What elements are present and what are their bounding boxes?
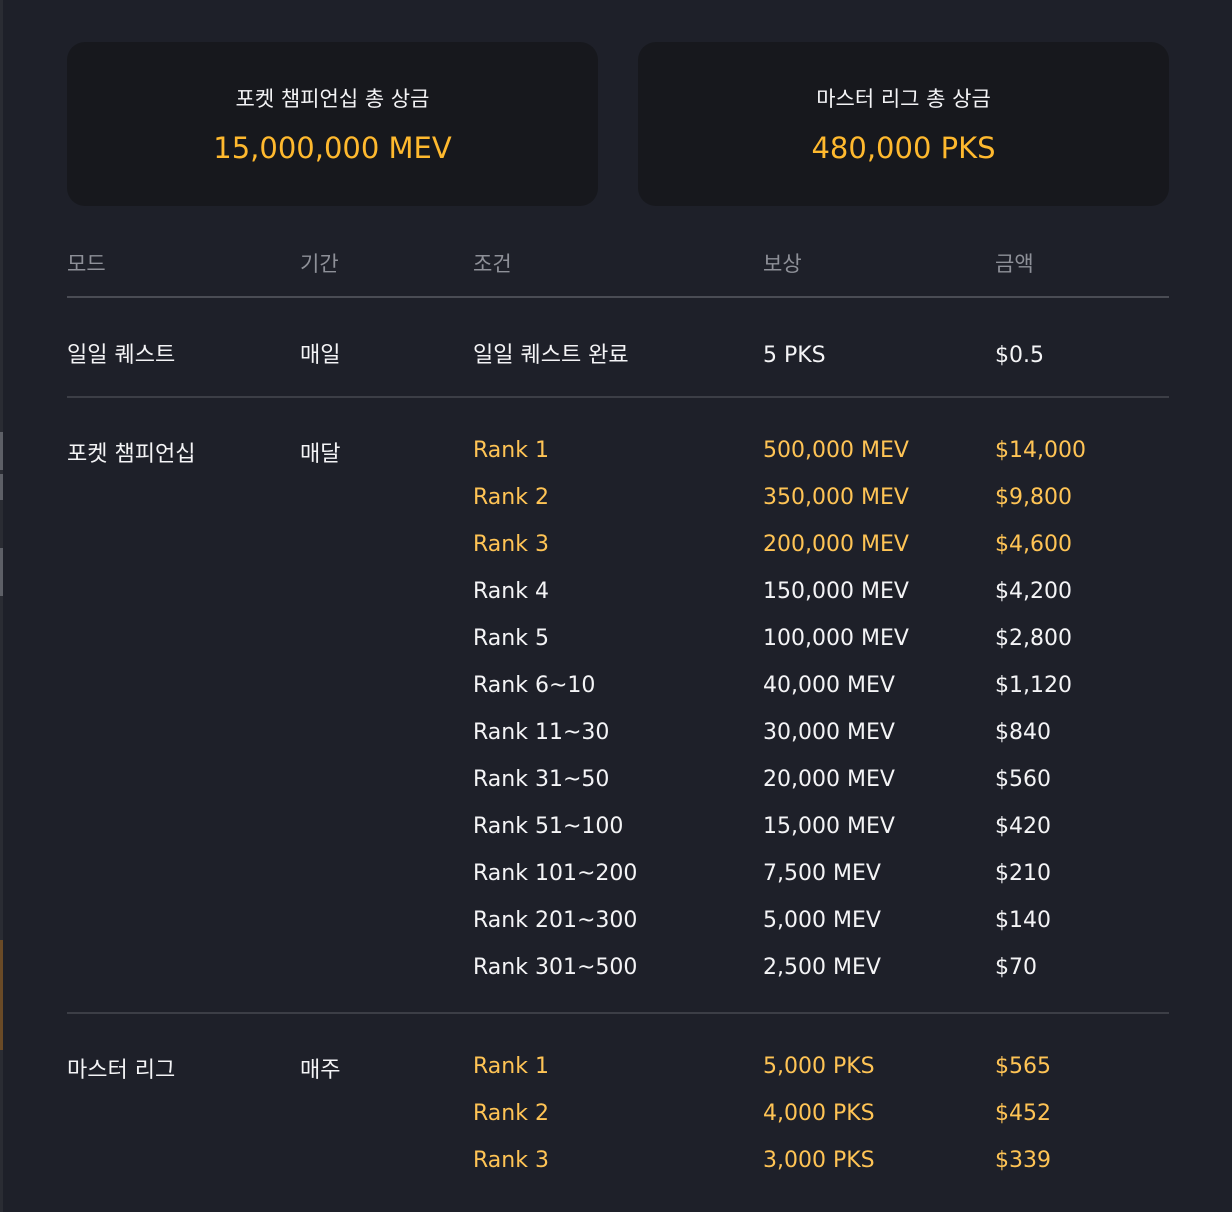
condition-cell: Rank 3 (473, 1148, 549, 1173)
table-row: Rank 301~500 2,500 MEV $70 (67, 945, 1169, 992)
header-condition: 조건 (473, 252, 512, 276)
window-left-edge (0, 0, 3, 1212)
header-reward: 보상 (763, 252, 802, 276)
table-group: 포켓 챔피언십 매달 Rank 1 500,000 MEV $14,000 Rank 23… (67, 398, 1169, 1014)
amount-cell: $4,600 (995, 532, 1072, 557)
condition-cell: Rank 6~10 (473, 673, 596, 698)
header-mode: 모드 (67, 252, 106, 276)
table-row: Rank 1 5,000 PKS $565 (67, 1044, 1169, 1091)
edge-mark (0, 940, 3, 1050)
reward-cell: 5,000 MEV (763, 908, 881, 933)
condition-cell: Rank 3 (473, 532, 549, 557)
condition-cell: Rank 201~300 (473, 908, 638, 933)
condition-cell: Rank 101~200 (473, 861, 638, 886)
header-period: 기간 (300, 252, 339, 276)
condition-cell: Rank 5 (473, 626, 549, 651)
condition-cell: Rank 11~30 (473, 720, 610, 745)
amount-cell: $0.5 (995, 343, 1044, 368)
condition-cell: Rank 2 (473, 1101, 549, 1126)
table-row: Rank 201~300 5,000 MEV $140 (67, 898, 1169, 945)
table-body: 일일 퀘스트 매일 일일 퀘스트 완료 5 PKS $0.5 포켓 챔피언십 매달 Rank … (67, 298, 1169, 1205)
edge-mark (0, 548, 3, 596)
reward-cell: 2,500 MEV (763, 955, 881, 980)
edge-mark (0, 474, 3, 500)
amount-cell: $70 (995, 955, 1037, 980)
reward-cell: 15,000 MEV (763, 814, 895, 839)
table-row: Rank 2 4,000 PKS $452 (67, 1091, 1169, 1138)
amount-cell: $339 (995, 1148, 1051, 1173)
prize-card-title: 포켓 챔피언십 총 상금 (235, 87, 430, 111)
condition-cell: Rank 4 (473, 579, 549, 604)
table-row: Rank 51~100 15,000 MEV $420 (67, 804, 1169, 851)
condition-cell: Rank 31~50 (473, 767, 610, 792)
table-row: Rank 31~50 20,000 MEV $560 (67, 757, 1169, 804)
table-row: Rank 11~30 30,000 MEV $840 (67, 710, 1169, 757)
reward-cell: 4,000 PKS (763, 1101, 875, 1126)
reward-cell: 30,000 MEV (763, 720, 895, 745)
condition-cell: Rank 2 (473, 485, 549, 510)
condition-cell: Rank 1 (473, 1054, 549, 1079)
condition-cell: 일일 퀘스트 완료 (473, 343, 629, 368)
table-row: Rank 2 350,000 MEV $9,800 (67, 475, 1169, 522)
reward-cell: 200,000 MEV (763, 532, 909, 557)
amount-cell: $14,000 (995, 438, 1086, 463)
prize-card-title: 마스터 리그 총 상금 (816, 87, 991, 111)
amount-cell: $9,800 (995, 485, 1072, 510)
amount-cell: $565 (995, 1054, 1051, 1079)
table-row: Rank 4 150,000 MEV $4,200 (67, 569, 1169, 616)
reward-cell: 350,000 MEV (763, 485, 909, 510)
reward-cell: 150,000 MEV (763, 579, 909, 604)
condition-cell: Rank 51~100 (473, 814, 624, 839)
prize-card-master-league: 마스터 리그 총 상금 480,000 PKS (638, 42, 1169, 206)
table-row: Rank 101~200 7,500 MEV $210 (67, 851, 1169, 898)
table-group: 마스터 리그 매주 Rank 1 5,000 PKS $565 Rank 2 4,000 P… (67, 1014, 1169, 1205)
table-row: Rank 5 100,000 MEV $2,800 (67, 616, 1169, 663)
amount-cell: $4,200 (995, 579, 1072, 604)
amount-cell: $452 (995, 1101, 1051, 1126)
table-row: 일일 퀘스트 완료 5 PKS $0.5 (67, 333, 1169, 380)
amount-cell: $2,800 (995, 626, 1072, 651)
condition-cell: Rank 301~500 (473, 955, 638, 980)
amount-cell: $560 (995, 767, 1051, 792)
amount-cell: $1,120 (995, 673, 1072, 698)
amount-cell: $140 (995, 908, 1051, 933)
table-row: Rank 6~10 40,000 MEV $1,120 (67, 663, 1169, 710)
prize-card-value: 15,000,000 MEV (213, 131, 452, 165)
table-header: 모드 기간 조건 보상 금액 (67, 246, 1169, 298)
reward-cell: 5 PKS (763, 343, 826, 368)
prize-card-champions: 포켓 챔피언십 총 상금 15,000,000 MEV (67, 42, 598, 206)
edge-mark (0, 432, 3, 470)
header-amount: 금액 (995, 252, 1034, 276)
reward-table: 모드 기간 조건 보상 금액 일일 퀘스트 매일 일일 퀘스트 완료 5 PKS $0.… (67, 246, 1169, 1205)
amount-cell: $840 (995, 720, 1051, 745)
reward-cell: 20,000 MEV (763, 767, 895, 792)
reward-cell: 7,500 MEV (763, 861, 881, 886)
table-row: Rank 3 3,000 PKS $339 (67, 1138, 1169, 1185)
reward-cell: 3,000 PKS (763, 1148, 875, 1173)
reward-cell: 5,000 PKS (763, 1054, 875, 1079)
reward-cell: 500,000 MEV (763, 438, 909, 463)
prize-summary-cards: 포켓 챔피언십 총 상금 15,000,000 MEV 마스터 리그 총 상금 … (67, 42, 1169, 206)
amount-cell: $210 (995, 861, 1051, 886)
prize-card-value: 480,000 PKS (811, 131, 996, 165)
table-row: Rank 3 200,000 MEV $4,600 (67, 522, 1169, 569)
amount-cell: $420 (995, 814, 1051, 839)
table-group: 일일 퀘스트 매일 일일 퀘스트 완료 5 PKS $0.5 (67, 298, 1169, 398)
table-row: Rank 1 500,000 MEV $14,000 (67, 428, 1169, 475)
reward-cell: 100,000 MEV (763, 626, 909, 651)
reward-cell: 40,000 MEV (763, 673, 895, 698)
condition-cell: Rank 1 (473, 438, 549, 463)
